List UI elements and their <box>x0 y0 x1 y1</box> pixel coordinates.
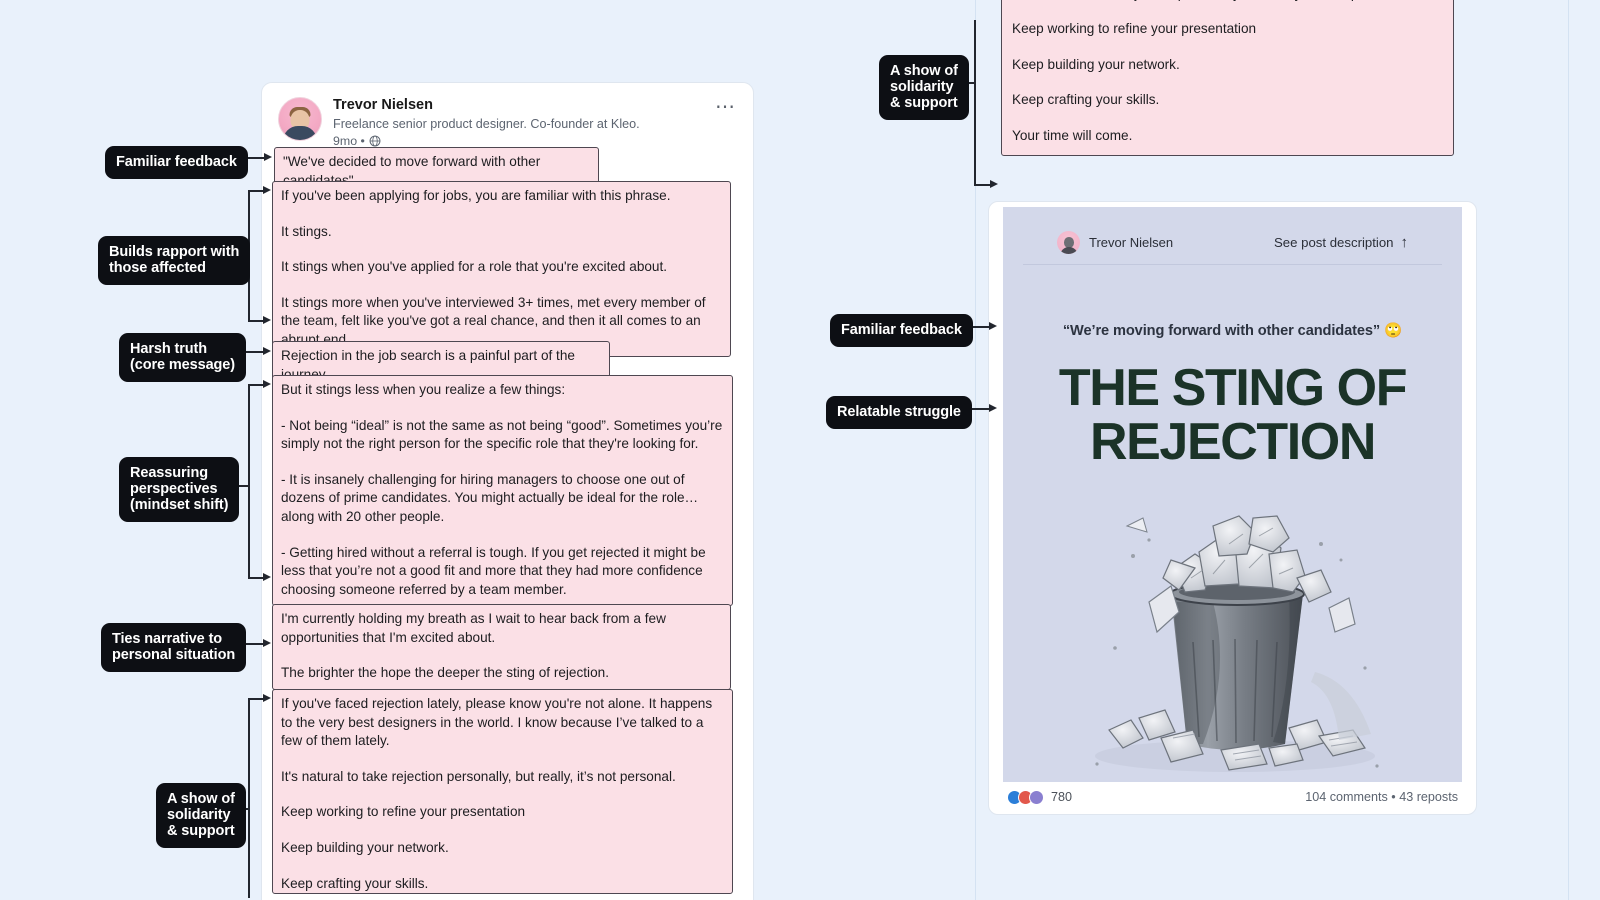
personal-line-1: I'm currently holding my breath as I wai… <box>281 611 666 645</box>
annotation-familiar-feedback-right[interactable]: Familiar feedback <box>830 314 973 347</box>
repost-quote-text: “We’re moving forward with other candida… <box>1062 323 1403 339</box>
solidarity-line-2: It's natural to take rejection personall… <box>281 768 676 784</box>
right-line-4: Keep building your network. <box>1012 56 1180 72</box>
see-post-description-link[interactable]: See post description ↑ <box>1274 235 1408 250</box>
right-line-6: Your time will come. <box>1012 127 1133 143</box>
post-author-name[interactable]: Trevor Nielsen <box>333 97 715 114</box>
repost-engagement-bar: 780 104 comments • 43 reposts <box>989 780 1476 814</box>
globe-icon <box>369 135 381 147</box>
personal-line-2: The brighter the hope the deeper the sti… <box>281 665 609 681</box>
rapport-line-1: If you've been applying for jobs, you ar… <box>281 188 671 203</box>
repost-header: Trevor Nielsen See post description ↑ <box>1023 207 1442 265</box>
kebab-menu-icon[interactable]: ⋯ <box>715 97 737 117</box>
annotation-solidarity-right[interactable]: A show of solidarity & support <box>879 55 969 120</box>
reaction-summary[interactable]: 780 <box>1007 789 1073 805</box>
reassuring-line-4: - Getting hired without a referral is to… <box>281 544 706 597</box>
annotation-ties-narrative[interactable]: Ties narrative to personal situation <box>101 623 247 672</box>
avatar[interactable] <box>278 97 322 141</box>
repost-author-name: Trevor Nielsen <box>1089 235 1174 250</box>
post-header: Trevor Nielsen Freelance senior product … <box>262 83 753 149</box>
overflowing-trash-can-sketch <box>1094 515 1379 772</box>
repost-preview-card: Trevor Nielsen See post description ↑ “W… <box>988 201 1477 815</box>
arrow-up-icon: ↑ <box>1400 234 1409 251</box>
solidarity-line-1: If you've faced rejection lately, please… <box>281 696 713 749</box>
comments-reposts-count[interactable]: 104 comments • 43 reposts <box>1305 790 1458 804</box>
right-text-continuation-panel: lately. It's natural to take rejection p… <box>1001 0 1454 156</box>
annotated-post-breakdown-canvas: Trevor Nielsen Freelance senior product … <box>0 0 1600 900</box>
annotation-builds-rapport[interactable]: Builds rapport with those affected <box>98 236 251 285</box>
annotation-harsh-truth[interactable]: Harsh truth (core message) <box>119 333 246 382</box>
solidarity-line-5: Keep crafting your skills. <box>281 875 429 891</box>
reaction-count: 780 <box>1051 790 1073 804</box>
highlight-personal: I'm currently holding my breath as I wai… <box>272 604 731 690</box>
annotation-relatable-struggle[interactable]: Relatable struggle <box>826 396 972 429</box>
reassuring-line-2: - Not being “ideal” is not the same as n… <box>281 417 723 452</box>
annotation-solidarity-left[interactable]: A show of solidarity & support <box>156 783 246 848</box>
post-author-headline: Freelance senior product designer. Co-fo… <box>333 117 640 131</box>
highlight-reassuring: But it stings less when you realize a fe… <box>272 375 733 607</box>
repost-graphic-area: Trevor Nielsen See post description ↑ “W… <box>1003 207 1462 782</box>
solidarity-line-4: Keep building your network. <box>281 839 449 855</box>
avatar <box>1057 231 1080 254</box>
right-line-3: Keep working to refine your presentation <box>1012 21 1257 37</box>
reassuring-line-3: - It is insanely challenging for hiring … <box>281 471 699 524</box>
highlight-builds-rapport: If you've been applying for jobs, you ar… <box>272 181 731 357</box>
reassuring-line-1: But it stings less when you realize a fe… <box>281 382 566 397</box>
avatar-body <box>283 126 317 140</box>
right-line-2: It's natural to take rejection personall… <box>1012 0 1444 3</box>
column-divider-right <box>1568 0 1569 900</box>
repost-author[interactable]: Trevor Nielsen <box>1057 231 1173 254</box>
rapport-line-2: It stings. <box>281 223 332 239</box>
rapport-line-3: It stings when you've applied for a role… <box>281 259 668 275</box>
repost-title: THE STING OF REJECTION <box>1058 359 1408 471</box>
annotation-reassuring[interactable]: Reassuring perspectives (mindset shift) <box>119 457 240 522</box>
right-line-5: Keep crafting your skills. <box>1012 92 1160 108</box>
see-post-description-label: See post description <box>1274 235 1394 250</box>
solidarity-line-3: Keep working to refine your presentation <box>281 804 526 820</box>
annotation-familiar-feedback[interactable]: Familiar feedback <box>105 146 248 179</box>
support-icon <box>1029 789 1044 805</box>
highlight-solidarity: If you've faced rejection lately, please… <box>272 689 733 894</box>
